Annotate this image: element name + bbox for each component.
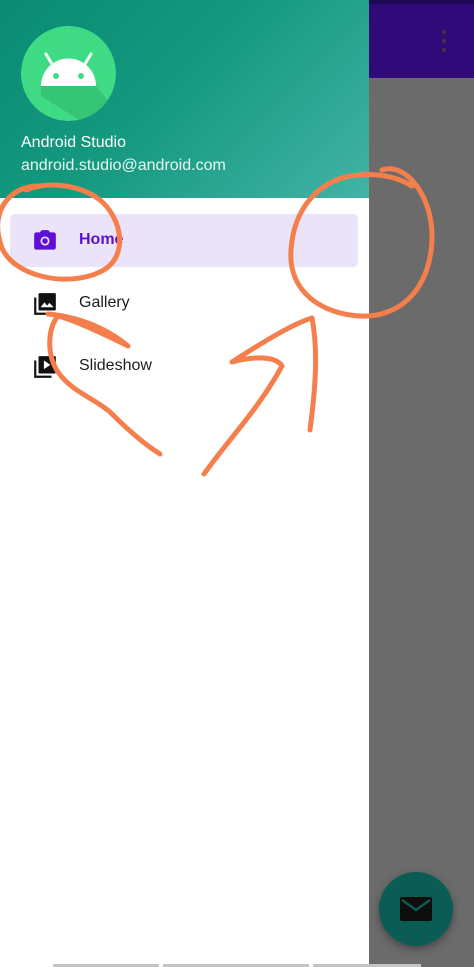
menu-item-label: Gallery [79,294,130,311]
camera-icon [32,228,58,254]
slideshow-icon [32,354,58,380]
navigation-drawer: Android Studio android.studio@android.co… [0,0,369,967]
mail-icon [400,897,432,921]
menu-item-slideshow[interactable]: Slideshow [10,340,358,393]
more-vert-icon[interactable] [436,28,452,56]
menu-item-gallery[interactable]: Gallery [10,277,358,330]
android-avatar-icon [21,26,116,121]
mail-fab-button[interactable] [379,872,453,946]
gallery-icon [32,291,58,317]
header-user-name: Android Studio [21,134,126,151]
menu-item-label: Home [79,231,124,248]
system-nav-bar [53,964,421,967]
menu-item-label: Slideshow [79,357,152,374]
header-user-email: android.studio@android.com [21,157,226,174]
menu-item-home[interactable]: Home [10,214,358,267]
drawer-header: Android Studio android.studio@android.co… [0,0,369,198]
